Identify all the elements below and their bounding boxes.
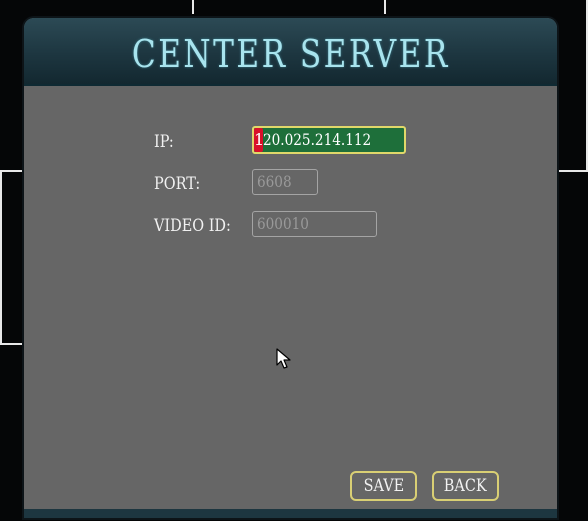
video-id-value: 600010 — [257, 214, 309, 233]
save-button[interactable]: SAVE — [350, 471, 417, 501]
background-grid-line — [192, 0, 194, 14]
port-value: 6608 — [257, 172, 292, 191]
mouse-pointer-icon — [276, 348, 291, 369]
back-button[interactable]: BACK — [432, 471, 499, 501]
video-id-field[interactable]: 600010 — [252, 211, 377, 237]
center-server-dialog: CENTER SERVER IP: 120.025.214.112 PORT: … — [24, 18, 557, 518]
ip-label: IP: — [154, 132, 174, 152]
ip-value: 20.025.214.112 — [263, 130, 372, 149]
port-label: PORT: — [154, 174, 201, 194]
background-grid-line — [0, 172, 2, 344]
video-id-label: VIDEO ID: — [154, 216, 231, 236]
dialog-title: CENTER SERVER — [131, 32, 450, 76]
dialog-bottom-strip — [24, 509, 557, 518]
title-bar: CENTER SERVER — [24, 18, 557, 86]
background-grid-line — [556, 170, 588, 172]
back-button-label: BACK — [444, 476, 487, 496]
background-grid-line — [384, 0, 386, 14]
ip-edit-caret: 1 — [254, 128, 264, 152]
save-button-label: SAVE — [363, 476, 404, 496]
port-field[interactable]: 6608 — [252, 169, 318, 195]
ip-field[interactable]: 120.025.214.112 — [252, 126, 406, 154]
